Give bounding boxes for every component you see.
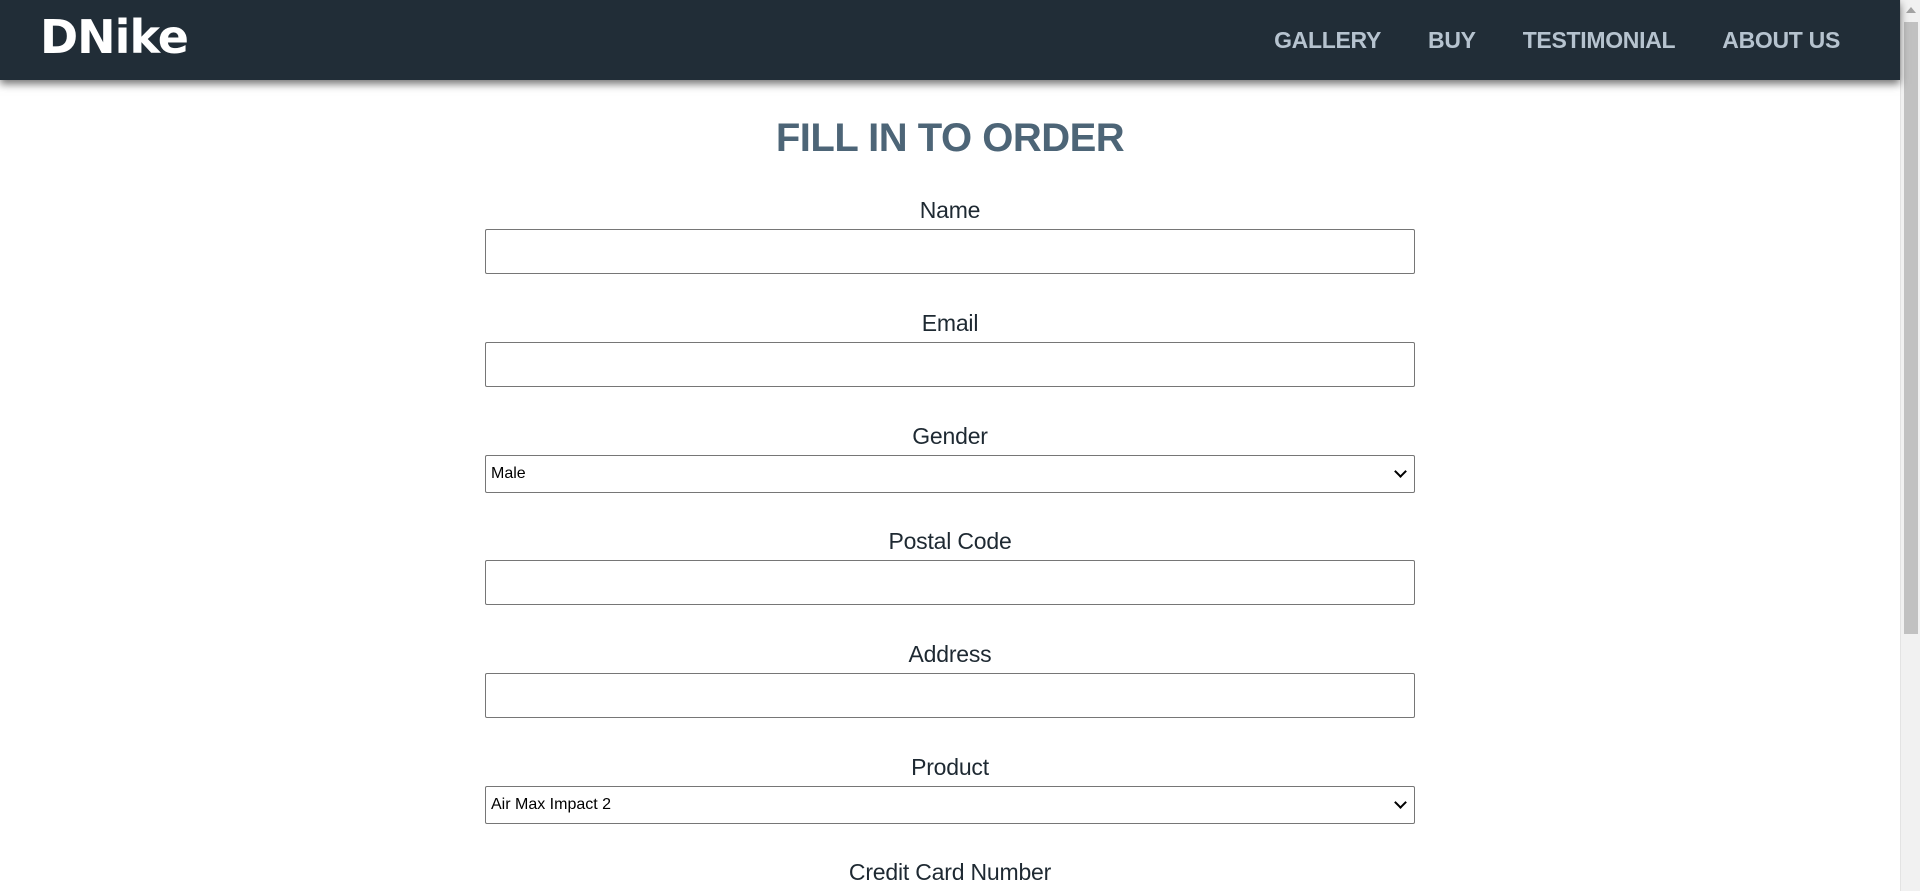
scroll-up-icon[interactable] (1906, 7, 1916, 13)
credit-card-label: Credit Card Number (848, 859, 1052, 885)
scrollbar[interactable] (1900, 0, 1920, 891)
address-input[interactable] (485, 673, 1415, 718)
product-select-value: Air Max Impact 2 (491, 796, 612, 813)
scrollbar-thumb[interactable] (1904, 22, 1918, 634)
name-label: Name (919, 197, 981, 223)
chevron-down-icon (1394, 465, 1407, 478)
postal-code-input[interactable] (485, 560, 1415, 605)
nav-link-gallery[interactable]: GALLERY (1274, 27, 1381, 54)
nav-link-buy[interactable]: BUY (1428, 27, 1476, 54)
product-label: Product (911, 754, 989, 780)
nav-link-testimonial[interactable]: TESTIMONIAL (1523, 27, 1676, 54)
name-input[interactable] (485, 229, 1415, 274)
gender-label: Gender (912, 423, 988, 449)
nav-links: GALLERY BUY TESTIMONIAL ABOUT US (1227, 0, 1840, 80)
email-label: Email (921, 310, 979, 336)
product-select[interactable]: Air Max Impact 2 (485, 786, 1415, 824)
email-input[interactable] (485, 342, 1415, 387)
gender-select[interactable]: Male (485, 455, 1415, 493)
navbar: DNike GALLERY BUY TESTIMONIAL ABOUT US (0, 0, 1900, 80)
logo[interactable]: DNike (40, 10, 189, 64)
nav-link-about-us[interactable]: ABOUT US (1722, 27, 1840, 54)
gender-select-value: Male (491, 465, 526, 482)
chevron-down-icon (1394, 796, 1407, 809)
postal-code-label: Postal Code (888, 528, 1012, 554)
page-title: FILL IN TO ORDER (775, 116, 1125, 160)
address-label: Address (908, 641, 992, 667)
